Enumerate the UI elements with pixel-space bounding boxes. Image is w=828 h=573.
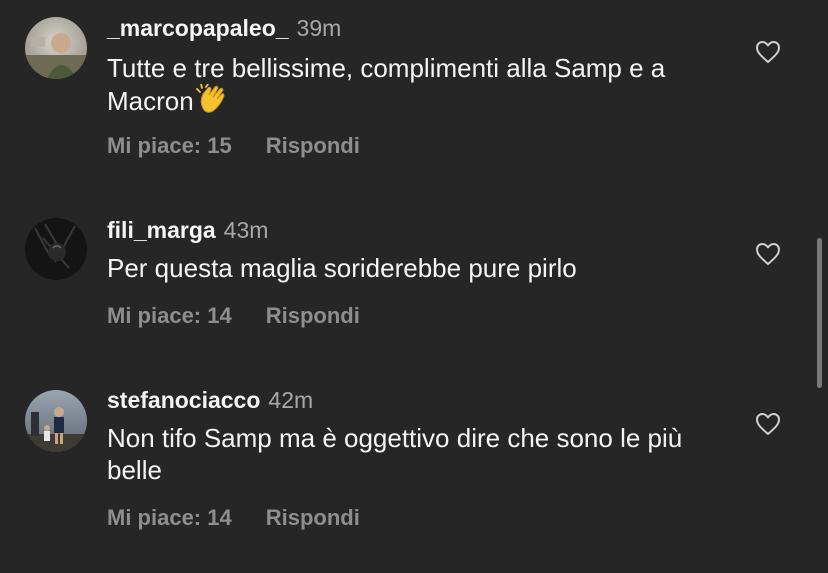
reply-button[interactable]: Rispondi [266,505,360,530]
avatar[interactable] [25,390,87,452]
comment-item: fili_marga 43m Per questa maglia soridere… [0,190,828,370]
reply-button[interactable]: Rispondi [266,303,360,328]
comment-item: stefanociacco 42m Non tifo Samp ma è ogge… [0,370,828,573]
likes-count[interactable]: Mi piace: 14 [107,505,232,530]
reply-button[interactable]: Rispondi [266,133,360,158]
comment-text: Non tifo Samp ma è oggettivo dire che so… [107,423,683,485]
comment-username[interactable]: fili_marga [107,217,216,243]
comment-time: 39m [296,15,342,41]
comment-username[interactable]: stefanociacco [107,387,260,413]
comment-username[interactable]: _marcopapaleo_ [107,15,289,41]
comment-time: 42m [268,387,314,413]
avatar[interactable] [25,218,87,280]
heart-outline-icon[interactable] [755,40,781,64]
comment-text: Tutte e tre bellissime, complimenti alla… [107,53,666,116]
scrollbar[interactable] [817,238,822,388]
comments-screen: _marcopapaleo_ 39m Tutte e tre bellissime… [0,0,828,573]
comment-item: _marcopapaleo_ 39m Tutte e tre bellissime… [0,0,828,190]
heart-outline-icon[interactable] [755,242,781,266]
heart-outline-icon[interactable] [755,412,781,436]
comment-text: Per questa maglia soriderebbe pure pirlo [107,253,577,283]
comment-time: 43m [223,217,269,243]
clapping-hands-icon [195,83,230,121]
avatar[interactable] [25,17,87,79]
likes-count[interactable]: Mi piace: 15 [107,133,232,158]
comment-text-container: Tutte e tre bellissime, complimenti alla… [107,52,727,121]
likes-count[interactable]: Mi piace: 14 [107,303,232,328]
